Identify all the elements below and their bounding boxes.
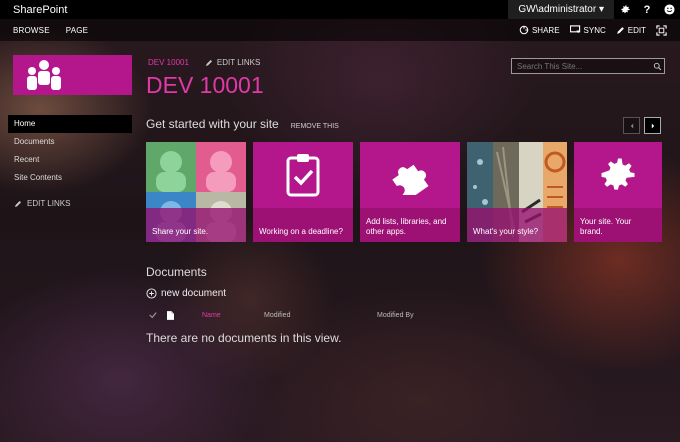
- page-title[interactable]: DEV 10001: [146, 72, 264, 99]
- tile-caption: Share your site.: [146, 208, 246, 242]
- nav-item-home[interactable]: Home: [8, 115, 132, 133]
- tile-share-site[interactable]: Share your site.: [146, 142, 246, 242]
- next-arrow-icon[interactable]: [644, 117, 661, 134]
- sync-button[interactable]: SYNC: [569, 25, 606, 35]
- search-input[interactable]: [512, 61, 650, 71]
- tile-pager: [619, 117, 661, 134]
- tile-caption: Your site. Your brand.: [574, 208, 662, 242]
- nav-item-recent[interactable]: Recent: [8, 151, 132, 169]
- suite-bar: SharePoint GW\administrator ▾ ?: [0, 0, 680, 19]
- new-document-button[interactable]: new document: [146, 288, 226, 299]
- sync-label: SYNC: [583, 25, 606, 35]
- smiley-icon[interactable]: [658, 0, 680, 19]
- left-navigation: Home Documents Recent Site Contents EDIT…: [8, 115, 132, 208]
- edit-links-label: EDIT LINKS: [216, 58, 261, 67]
- puzzle-icon: [360, 142, 460, 208]
- nav-edit-links-label: EDIT LINKS: [27, 199, 71, 208]
- pencil-icon: [205, 59, 212, 66]
- documents-column-headers: Name Modified Modified By: [146, 311, 446, 324]
- edit-links-top[interactable]: EDIT LINKS: [205, 58, 260, 67]
- tab-browse[interactable]: BROWSE: [13, 26, 50, 35]
- plus-circle-icon: [146, 288, 157, 299]
- search-icon[interactable]: [650, 62, 664, 71]
- get-started-title: Get started with your site: [146, 117, 279, 131]
- new-document-label: new document: [161, 288, 227, 299]
- edit-button[interactable]: EDIT: [616, 26, 646, 35]
- help-icon[interactable]: ?: [636, 0, 658, 19]
- site-logo[interactable]: [13, 55, 132, 95]
- tile-your-brand[interactable]: Your site. Your brand.: [574, 142, 662, 242]
- documents-title[interactable]: Documents: [146, 265, 207, 279]
- gear-icon[interactable]: [614, 0, 636, 19]
- tile-caption: What's your style?: [467, 208, 567, 242]
- column-modified-by[interactable]: Modified By: [377, 312, 414, 319]
- ribbon: BROWSE PAGE SHARE SYNC EDIT: [0, 19, 680, 41]
- tile-caption: Working on a deadline?: [253, 208, 353, 242]
- tile-add-apps[interactable]: Add lists, libraries, and other apps.: [360, 142, 460, 242]
- remove-this-link[interactable]: REMOVE THIS: [291, 123, 339, 130]
- share-icon: [519, 25, 529, 35]
- checkmark-icon[interactable]: [149, 311, 157, 321]
- share-button[interactable]: SHARE: [519, 25, 560, 35]
- nav-item-documents[interactable]: Documents: [8, 133, 132, 151]
- nav-edit-links[interactable]: EDIT LINKS: [8, 199, 132, 208]
- focus-mode-icon[interactable]: [656, 24, 670, 36]
- breadcrumb: DEV 10001 EDIT LINKS: [148, 58, 260, 67]
- tile-whats-your-style[interactable]: What's your style?: [467, 142, 567, 242]
- column-modified[interactable]: Modified: [264, 312, 290, 319]
- tile-working-on-deadline[interactable]: Working on a deadline?: [253, 142, 353, 242]
- clipboard-check-icon: [253, 142, 353, 208]
- search-box: [511, 58, 665, 74]
- tab-page[interactable]: PAGE: [66, 26, 88, 35]
- breadcrumb-site[interactable]: DEV 10001: [148, 58, 189, 67]
- share-label: SHARE: [531, 25, 560, 35]
- ribbon-actions: SHARE SYNC EDIT: [509, 24, 680, 36]
- document-icon: [167, 311, 174, 322]
- pencil-icon: [15, 200, 21, 207]
- empty-list-message: There are no documents in this view.: [146, 331, 342, 345]
- people-icon: [27, 60, 61, 90]
- sync-icon: [569, 25, 580, 34]
- pencil-icon: [616, 26, 624, 34]
- tile-caption: Add lists, libraries, and other apps.: [360, 208, 460, 242]
- edit-label: EDIT: [627, 25, 646, 35]
- sharepoint-brand[interactable]: SharePoint: [0, 4, 508, 16]
- gear-icon: [574, 142, 662, 208]
- user-menu[interactable]: GW\administrator ▾: [508, 0, 614, 19]
- nav-item-site-contents[interactable]: Site Contents: [8, 169, 132, 187]
- previous-arrow-icon[interactable]: [623, 117, 640, 134]
- get-started-header: Get started with your site REMOVE THIS: [146, 117, 339, 131]
- get-started-tiles: Share your site. Working on a deadline? …: [146, 142, 662, 242]
- column-name[interactable]: Name: [202, 312, 221, 319]
